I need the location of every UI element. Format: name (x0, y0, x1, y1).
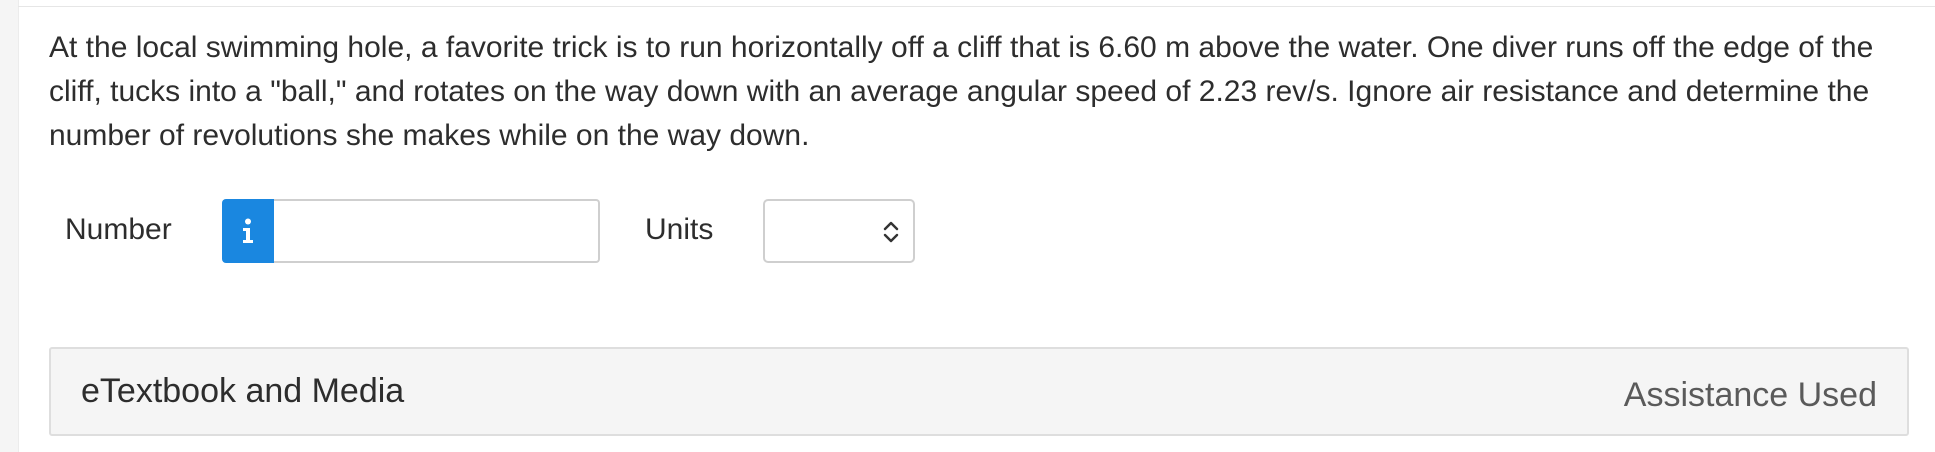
number-label: Number (65, 213, 172, 246)
info-button[interactable] (222, 199, 274, 263)
top-divider (18, 6, 1935, 7)
question-text: At the local swimming hole, a favorite t… (49, 31, 1874, 152)
number-input[interactable] (274, 199, 600, 263)
units-label: Units (645, 213, 714, 246)
left-rail (0, 0, 19, 452)
chevron-updown-icon (883, 221, 899, 248)
assistance-panel: eTextbook and Media Assistance Used (49, 347, 1909, 436)
answer-row: Number Units (49, 198, 1049, 264)
units-select[interactable] (763, 199, 915, 263)
assistance-status: Assistance Used (1623, 376, 1877, 414)
info-icon (241, 218, 255, 244)
etextbook-media-link[interactable]: eTextbook and Media (81, 371, 404, 411)
